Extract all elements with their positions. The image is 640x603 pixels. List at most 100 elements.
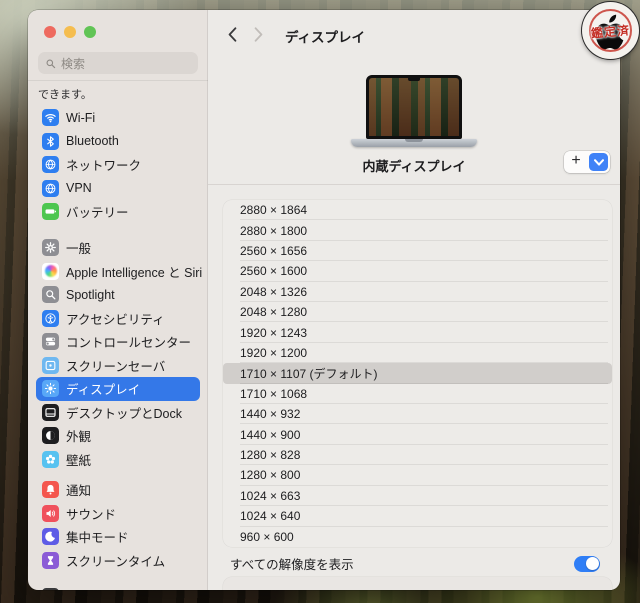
sidebar-item-label: アクセシビリティ [66, 309, 165, 328]
resolution-row[interactable]: 1440 × 900 [223, 424, 612, 444]
screensaver-icon [42, 357, 59, 374]
sidebar-item-magnifier[interactable]: Spotlight [36, 283, 200, 307]
appearance-icon [42, 427, 59, 444]
sidebar-item-moon[interactable]: 集中モード [36, 525, 200, 549]
speaker-icon [42, 505, 59, 522]
sidebar-item-speaker[interactable]: サウンド [36, 502, 200, 526]
sidebar-item-globe[interactable]: ネットワーク [36, 153, 200, 177]
add-display-button[interactable]: + [564, 151, 588, 173]
flower-icon [42, 451, 59, 468]
sidebar-item-battery[interactable]: バッテリー [36, 200, 200, 224]
resolution-row[interactable]: 2048 × 1280 [223, 302, 612, 322]
resolution-label: 2880 × 1800 [240, 224, 307, 238]
resolution-row[interactable]: 1280 × 828 [223, 445, 612, 465]
sidebar: 検索 できます。 Wi-Fi Bluetoothネットワーク VPN バッテリー一般A… [28, 10, 208, 590]
sidebar-item-vpn[interactable]: VPN [36, 177, 200, 201]
resolution-row[interactable]: 2560 × 1600 [223, 261, 612, 281]
sidebar-item-gear[interactable]: 一般 [36, 236, 200, 260]
resolution-row[interactable]: 2880 × 1864 [223, 200, 612, 220]
search-input[interactable]: 検索 [38, 52, 198, 74]
sidebar-item-screensaver[interactable]: スクリーンセーバ [36, 354, 200, 378]
next-section-peek [223, 577, 612, 590]
sidebar-item-siri[interactable]: Apple Intelligence と Siri [36, 260, 200, 284]
resolution-label: 1280 × 828 [240, 448, 300, 462]
sidebar-item-partial[interactable] [36, 585, 200, 590]
resolution-label: 1440 × 932 [240, 407, 300, 421]
resolution-row[interactable]: 960 × 600 [223, 527, 612, 547]
close-button[interactable] [44, 26, 56, 38]
control-center-icon [42, 333, 59, 350]
sidebar-item-hourglass[interactable]: スクリーンタイム [36, 549, 200, 573]
resolution-row[interactable]: 1280 × 800 [223, 465, 612, 485]
resolution-label: 2560 × 1600 [240, 264, 307, 278]
forward-button[interactable] [248, 24, 268, 44]
resolution-label: 1710 × 1068 [240, 387, 307, 401]
sidebar-item-label: Wi-Fi [66, 111, 95, 125]
magnifier-icon [42, 286, 59, 303]
resolution-row[interactable]: 2560 × 1656 [223, 241, 612, 261]
sidebar-item-label: デスクトップとDock [66, 403, 182, 422]
sidebar-item-label: バッテリー [66, 202, 129, 221]
resolution-label: 1024 × 663 [240, 489, 300, 503]
sidebar-item-control-center[interactable]: コントロールセンター [36, 330, 200, 354]
lock-icon [42, 588, 59, 590]
add-display-menu-button[interactable] [589, 153, 608, 171]
siri-icon [42, 263, 59, 280]
resolution-row[interactable]: 2048 × 1326 [223, 282, 612, 302]
gear-icon [42, 239, 59, 256]
vpn-icon [42, 180, 59, 197]
accessibility-icon [42, 310, 59, 327]
sidebar-item-sun[interactable]: ディスプレイ [36, 377, 200, 401]
system-settings-window: 検索 できます。 Wi-Fi Bluetoothネットワーク VPN バッテリー一般A… [28, 10, 620, 590]
show-all-resolutions-label: すべての解像度を表示 [230, 554, 354, 573]
toggle-knob [586, 557, 599, 570]
sidebar-group: Wi-Fi Bluetoothネットワーク VPN バッテリー [36, 106, 200, 224]
laptop-notch [408, 78, 420, 81]
resolution-label: 2880 × 1864 [240, 203, 307, 217]
sidebar-item-bluetooth[interactable]: Bluetooth [36, 130, 200, 154]
sun-icon [42, 380, 59, 397]
sidebar-divider [28, 80, 208, 81]
sidebar-item-label: VPN [66, 181, 92, 195]
show-all-resolutions-toggle[interactable] [574, 556, 600, 572]
sidebar-item-label: スクリーンセーバ [66, 356, 165, 375]
sidebar-item-dock[interactable]: デスクトップとDock [36, 401, 200, 425]
resolution-row[interactable]: 2880 × 1800 [223, 220, 612, 240]
back-button[interactable] [222, 24, 242, 44]
laptop-screen [366, 75, 462, 139]
sidebar-item-accessibility[interactable]: アクセシビリティ [36, 307, 200, 331]
sidebar-item-bell[interactable]: 通知 [36, 478, 200, 502]
resolution-row[interactable]: 1920 × 1243 [223, 322, 612, 342]
resolution-label: 1920 × 1243 [240, 326, 307, 340]
sidebar-group: 通知サウンド集中モードスクリーンタイム [36, 478, 200, 572]
resolution-row[interactable]: 1024 × 663 [223, 486, 612, 506]
sidebar-item-flower[interactable]: 壁紙 [36, 448, 200, 472]
resolution-row[interactable]: 1710 × 1068 [223, 384, 612, 404]
resolution-row[interactable]: 1920 × 1200 [223, 343, 612, 363]
wifi-icon [42, 109, 59, 126]
zoom-button[interactable] [84, 26, 96, 38]
account-note: できます。 [38, 86, 92, 102]
window-controls [44, 26, 96, 38]
sidebar-item-label: ネットワーク [66, 155, 141, 174]
hourglass-icon [42, 552, 59, 569]
resolution-label: 1280 × 800 [240, 468, 300, 482]
resolution-row-selected[interactable]: 1710 × 1107 (デフォルト) [223, 363, 612, 383]
display-name-label: 内蔵ディスプレイ [208, 156, 620, 175]
display-add-control: + [564, 151, 610, 173]
resolution-row[interactable]: 1024 × 640 [223, 506, 612, 526]
chevron-down-icon [594, 159, 604, 166]
resolution-label: 1710 × 1107 (デフォルト) [240, 365, 378, 382]
sidebar-item-label: スクリーンタイム [66, 551, 165, 570]
resolution-row[interactable]: 1440 × 932 [223, 404, 612, 424]
bluetooth-icon [42, 133, 59, 150]
sidebar-item-label: コントロールセンター [66, 332, 191, 351]
sidebar-item-wifi[interactable]: Wi-Fi [36, 106, 200, 130]
sidebar-item-appearance[interactable]: 外観 [36, 424, 200, 448]
sidebar-item-label: サウンド [66, 504, 116, 523]
sidebar-group: 一般Apple Intelligence と SiriSpotlight アクセシ… [36, 236, 200, 471]
sidebar-item-label: 集中モード [66, 527, 129, 546]
section-separator [208, 184, 620, 185]
minimize-button[interactable] [64, 26, 76, 38]
stamp-text: 鑑定済 [581, 21, 639, 43]
